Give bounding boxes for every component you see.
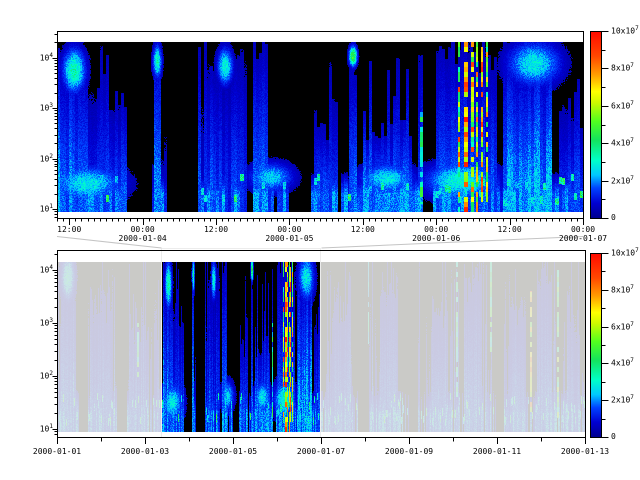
detail-panel-heatmap[interactable]: [57, 42, 583, 212]
y-tick-label: 101: [27, 204, 53, 214]
x-tick-date-label: 2000-01-13: [561, 447, 609, 456]
x-tick-date-label: 2000-01-06: [412, 234, 460, 243]
x-tick-time-label: 12:00: [498, 225, 522, 234]
colorbar-tick-label: 6x107: [611, 101, 634, 111]
x-tick-time-label: 00:00: [277, 225, 301, 234]
x-tick-date-label: 2000-01-11: [473, 447, 521, 456]
detail-colorbar-gradient: [591, 32, 601, 218]
x-tick-time-label: 12:00: [204, 225, 228, 234]
x-tick-time-label: 00:00: [571, 225, 595, 234]
colorbar-tick-label: 2x107: [611, 176, 634, 186]
colorbar-tick-label: 8x107: [611, 285, 634, 295]
x-tick-date-label: 2000-01-09: [385, 447, 433, 456]
overview-panel-heatmap[interactable]: [57, 262, 585, 432]
x-tick-date-label: 2000-01-05: [265, 234, 313, 243]
zoom-connector-left: [57, 237, 162, 249]
x-tick-date-label: 2000-01-04: [119, 234, 167, 243]
y-tick-label: 104: [27, 265, 53, 275]
zoom-connector-right: [322, 237, 584, 249]
y-tick-label: 103: [27, 103, 53, 113]
y-tick-label: 102: [27, 154, 53, 164]
zoom-selection-box[interactable]: [161, 248, 321, 438]
colorbar-tick-label: 4x107: [611, 138, 634, 148]
colorbar-tick-label: 4x107: [611, 358, 634, 368]
x-tick-time-label: 12:00: [57, 225, 81, 234]
y-tick-label: 104: [27, 53, 53, 63]
x-tick-time-label: 00:00: [424, 225, 448, 234]
x-tick-date-label: 2000-01-07: [559, 234, 607, 243]
y-tick-label: 103: [27, 318, 53, 328]
colorbar-tick-label: 10x107: [611, 26, 639, 36]
colorbar-tick-label: 2x107: [611, 395, 634, 405]
x-tick-date-label: 2000-01-07: [297, 447, 345, 456]
colorbar-tick-label: 0: [611, 213, 616, 222]
overview-colorbar-gradient: [591, 254, 601, 437]
colorbar-tick-label: 6x107: [611, 322, 634, 332]
y-tick-label: 101: [27, 424, 53, 434]
colorbar-tick-label: 10x107: [611, 248, 639, 258]
y-tick-label: 102: [27, 371, 53, 381]
colorbar-tick-label: 0: [611, 432, 616, 441]
x-tick-time-label: 12:00: [351, 225, 375, 234]
x-tick-date-label: 2000-01-05: [209, 447, 257, 456]
colorbar-tick-label: 8x107: [611, 63, 634, 73]
x-tick-time-label: 00:00: [131, 225, 155, 234]
x-tick-date-label: 2000-01-03: [121, 447, 169, 456]
x-tick-date-label: 2000-01-01: [33, 447, 81, 456]
